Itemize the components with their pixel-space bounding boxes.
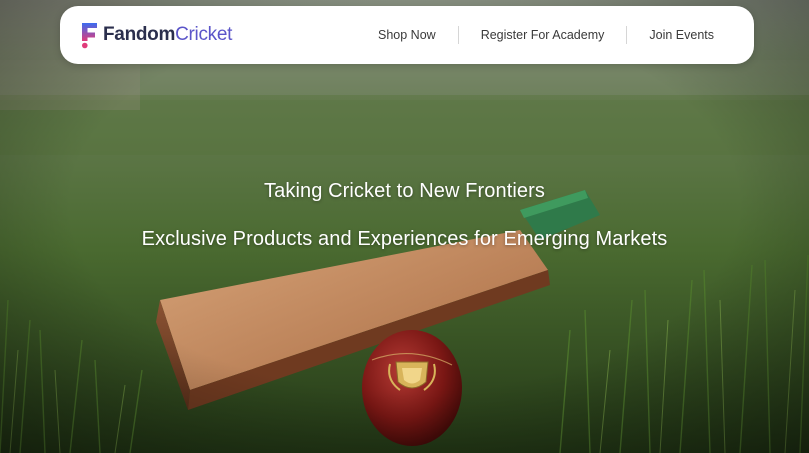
main-nav: Shop Now Register For Academy Join Event… <box>356 6 736 64</box>
hero-background-image <box>0 0 809 453</box>
brand-name-part2: Cricket <box>175 24 233 45</box>
nav-link-shop-now[interactable]: Shop Now <box>356 28 458 42</box>
brand-name-part1: Fandom <box>103 24 176 45</box>
hero-headline: Taking Cricket to New Frontiers <box>264 180 545 202</box>
hero-section: Taking Cricket to New Frontiers Exclusiv… <box>0 0 809 453</box>
brand-f-logo-icon <box>82 23 97 49</box>
nav-link-join-events[interactable]: Join Events <box>627 28 736 42</box>
hero-subheadline: Exclusive Products and Experiences for E… <box>141 228 668 250</box>
brand-name: FandomCricket <box>103 24 232 46</box>
top-navbar: FandomCricket Shop Now Register For Acad… <box>60 6 754 64</box>
nav-link-register-academy[interactable]: Register For Academy <box>459 28 627 42</box>
brand-logo[interactable]: FandomCricket <box>80 20 232 50</box>
